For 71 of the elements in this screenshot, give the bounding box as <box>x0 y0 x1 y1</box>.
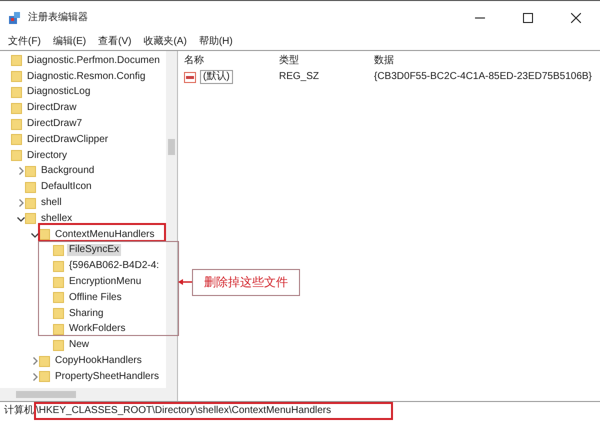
tree-item[interactable]: ContextMenuHandlers <box>53 228 156 241</box>
tree-item[interactable]: Directory <box>25 150 70 162</box>
folder-icon <box>53 308 64 320</box>
pointer-arrow <box>178 278 192 286</box>
status-root: 计算机 <box>4 405 34 417</box>
folder-icon <box>53 260 64 272</box>
tree-item[interactable]: {596AB062-B4D2-4: <box>67 260 162 272</box>
folder-icon <box>53 244 64 256</box>
tree-item[interactable]: CopyHookHandlers <box>53 355 144 368</box>
tree-item[interactable]: Diagnostic.Resmon.Config <box>25 70 148 83</box>
tree-item[interactable]: Diagnostic.Perfmon.Documen <box>25 54 162 67</box>
value-data: {CB3D0F55-BC2C-4C1A-85ED-23ED75B5106B} <box>374 71 593 83</box>
vertical-scrollbar[interactable] <box>166 51 177 388</box>
column-header[interactable]: 类型 <box>279 55 374 67</box>
status-path: \HKEY_CLASSES_ROOT\Directory\shellex\ContextMenuHandlers <box>34 402 394 420</box>
folder-icon <box>39 371 50 382</box>
menu-item[interactable]: 查看(V) <box>98 36 132 48</box>
value-name[interactable]: (默认) <box>200 70 233 84</box>
tree-item[interactable]: shell <box>39 197 64 210</box>
tree-item[interactable]: New <box>67 339 92 352</box>
expand-chevron-icon[interactable] <box>30 372 38 381</box>
folder-icon <box>25 198 36 209</box>
folder-icon <box>53 292 64 304</box>
menu-item[interactable]: 文件(F) <box>8 36 41 48</box>
menu-item[interactable]: 帮助(H) <box>198 36 233 48</box>
folder-icon <box>11 134 22 146</box>
annotation-callout: 删除掉这些文件 <box>192 269 300 296</box>
folder-icon <box>25 166 36 177</box>
tree-item[interactable]: shellex <box>39 212 74 225</box>
folder-icon <box>11 118 22 130</box>
folder-icon <box>25 182 36 193</box>
registry-editor-icon <box>8 10 22 24</box>
tree-item[interactable]: DefaultIcon <box>39 181 94 194</box>
menu-item[interactable]: 收藏夹(A) <box>143 36 187 48</box>
tree-item[interactable]: EncryptionMenu <box>67 276 144 288</box>
folder-icon <box>11 102 22 114</box>
column-header[interactable]: 名称 <box>184 55 279 67</box>
minimize-icon <box>475 16 485 18</box>
folder-icon <box>11 55 22 66</box>
tree-item[interactable]: Offline Files <box>67 292 124 304</box>
tree-item[interactable]: Sharing <box>67 308 106 320</box>
folder-icon <box>39 356 50 367</box>
tree-item[interactable]: PropertySheetHandlers <box>53 370 161 383</box>
column-header[interactable]: 数据 <box>374 55 594 67</box>
expand-chevron-icon[interactable] <box>16 199 24 208</box>
collapse-chevron-icon[interactable] <box>30 230 38 239</box>
window-title: 注册表编辑器 <box>28 12 88 24</box>
tree-item[interactable]: DiagnosticLog <box>25 86 92 98</box>
tree-item[interactable]: DirectDrawClipper <box>25 134 110 146</box>
tree-item[interactable]: Background <box>39 165 96 178</box>
value-type: REG_SZ <box>279 71 320 83</box>
collapse-chevron-icon[interactable] <box>16 214 24 223</box>
folder-icon <box>11 86 22 98</box>
folder-icon <box>25 213 36 224</box>
menu-item[interactable]: 编辑(E) <box>52 36 86 48</box>
expand-chevron-icon[interactable] <box>16 167 24 176</box>
expand-chevron-icon[interactable] <box>30 357 38 366</box>
tree-item[interactable]: DirectDraw <box>25 102 78 114</box>
maximize-icon <box>523 12 533 22</box>
folder-icon <box>53 324 64 335</box>
string-value-icon <box>184 72 196 82</box>
folder-icon <box>53 276 64 288</box>
tree-item[interactable]: WorkFolders <box>67 323 128 336</box>
folder-icon <box>53 340 64 351</box>
horizontal-scrollbar[interactable] <box>0 388 177 401</box>
folder-icon <box>39 229 50 240</box>
close-icon <box>571 12 581 22</box>
folder-icon <box>11 150 22 162</box>
folder-icon <box>11 71 22 82</box>
tree-item[interactable]: DirectDraw7 <box>25 118 84 130</box>
tree-item[interactable]: FileSyncEx <box>67 244 122 256</box>
